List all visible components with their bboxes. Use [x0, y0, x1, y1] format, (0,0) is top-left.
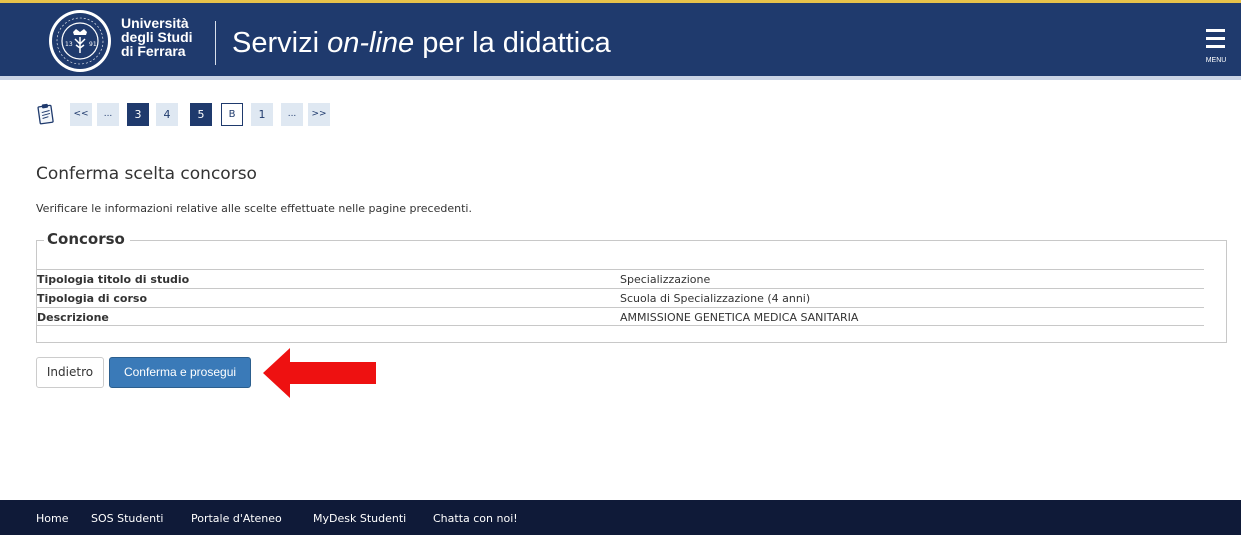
- row-label: Tipologia titolo di studio: [37, 273, 190, 286]
- university-name-line: di Ferrara: [121, 43, 186, 59]
- confirm-button[interactable]: Conferma e prosegui: [109, 357, 251, 388]
- back-button[interactable]: Indietro: [36, 357, 104, 388]
- site-title-suffix: per la didattica: [414, 27, 611, 59]
- concorso-fieldset: Concorso Tipologia titolo di studio Spec…: [36, 229, 1227, 343]
- row-label: Tipologia di corso: [37, 292, 148, 305]
- footer-link-home[interactable]: Home: [36, 512, 68, 526]
- menu-button[interactable]: MENU: [1202, 25, 1234, 65]
- clipboard-icon: [37, 103, 54, 125]
- row-value: Specializzazione: [620, 273, 711, 286]
- wizard-step-3[interactable]: 3: [127, 103, 149, 126]
- wizard-step-5[interactable]: 5: [190, 103, 212, 126]
- site-title-italic: on-line: [327, 27, 415, 59]
- page-title: Conferma scelta concorso: [36, 164, 257, 184]
- top-header: 13 91 Università degli Studi di Ferrara …: [0, 0, 1241, 76]
- footer-link-portale-ateneo[interactable]: Portale d'Ateneo: [191, 512, 282, 526]
- footer-link-sos-studenti[interactable]: SOS Studenti: [91, 512, 163, 526]
- red-arrow-left-icon: [263, 348, 376, 398]
- table-row: Tipologia titolo di studio Specializzazi…: [37, 269, 1204, 288]
- site-title: Servizi on-line per la didattica: [232, 25, 611, 61]
- footer: Home SOS Studenti Portale d'Ateneo MyDes…: [0, 500, 1241, 535]
- footer-link-mydesk-studenti[interactable]: MyDesk Studenti: [313, 512, 406, 526]
- row-value: AMMISSIONE GENETICA MEDICA SANITARIA: [620, 311, 859, 324]
- university-name-line: degli Studi: [121, 29, 193, 45]
- wizard-step-1[interactable]: 1: [251, 103, 273, 126]
- wizard-ellipsis[interactable]: ...: [97, 103, 119, 126]
- site-title-prefix: Servizi: [232, 27, 328, 59]
- svg-text:91: 91: [89, 41, 97, 48]
- summary-table: Tipologia titolo di studio Specializzazi…: [37, 269, 1204, 326]
- fieldset-legend: Concorso: [44, 229, 130, 249]
- wizard-ellipsis[interactable]: ...: [281, 103, 303, 126]
- menu-label: MENU: [1205, 57, 1227, 64]
- hamburger-icon: [1206, 45, 1225, 48]
- footer-link-chatta[interactable]: Chatta con noi!: [433, 512, 518, 526]
- wizard-step-4[interactable]: 4: [156, 103, 178, 126]
- hamburger-icon: [1206, 29, 1225, 32]
- table-row: Descrizione AMMISSIONE GENETICA MEDICA S…: [37, 307, 1204, 326]
- university-name[interactable]: Università degli Studi di Ferrara: [121, 16, 193, 58]
- university-seal-icon[interactable]: 13 91: [47, 8, 113, 74]
- table-row: Tipologia di corso Scuola di Specializza…: [37, 288, 1204, 307]
- row-value: Scuola di Specializzazione (4 anni): [620, 292, 811, 305]
- svg-text:13: 13: [65, 41, 73, 48]
- wizard-first-button[interactable]: <<: [70, 103, 92, 126]
- intro-text: Verificare le informazioni relative alle…: [36, 202, 472, 215]
- hamburger-icon: [1206, 37, 1225, 40]
- wizard-step-b[interactable]: B: [221, 103, 243, 126]
- header-bottom-line: [0, 76, 1241, 80]
- university-name-line: Università: [121, 15, 189, 31]
- row-label: Descrizione: [37, 311, 109, 324]
- wizard-last-button[interactable]: >>: [308, 103, 330, 126]
- header-divider: [215, 21, 216, 65]
